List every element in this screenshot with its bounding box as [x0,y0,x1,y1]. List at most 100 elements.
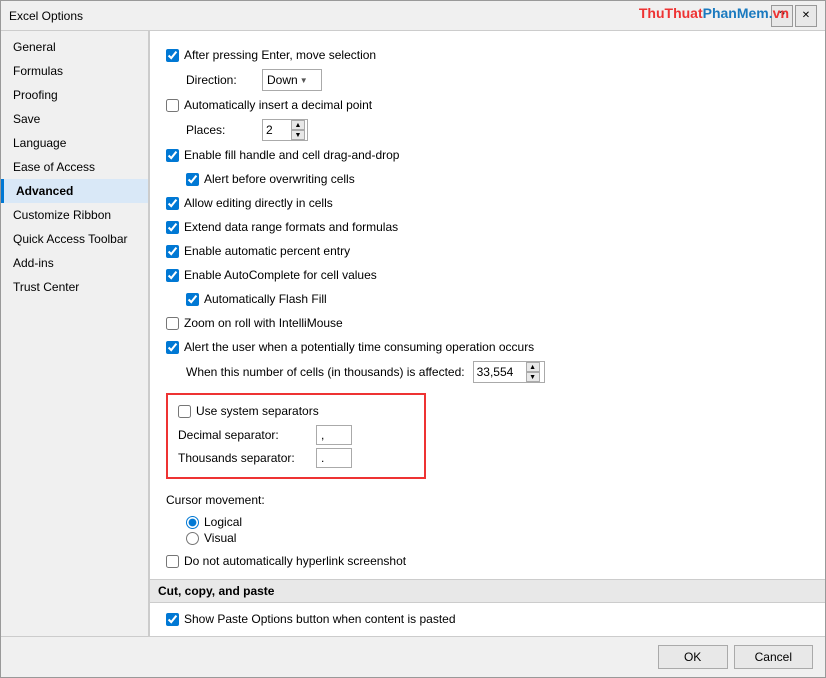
no-hyperlink-text: Do not automatically hyperlink screensho… [184,554,406,568]
sidebar-item-advanced[interactable]: Advanced [1,179,148,203]
direction-label: Direction: [186,73,256,87]
zoom-roll-label[interactable]: Zoom on roll with IntelliMouse [166,316,343,330]
close-button[interactable]: ✕ [795,5,817,27]
alert-overwrite-row: Alert before overwriting cells [186,169,809,189]
watermark: ThuThuatPhanMem.vn [639,5,789,21]
title-bar: Excel Options ThuThuatPhanMem.vn ? ✕ [1,1,825,31]
cells-affected-input-container: ▲ ▼ [473,361,545,383]
alert-time-row: Alert the user when a potentially time c… [166,337,809,357]
logical-radio[interactable] [186,516,199,529]
places-input[interactable] [263,123,291,137]
cells-affected-spin-up[interactable]: ▲ [526,362,540,372]
alert-overwrite-text: Alert before overwriting cells [204,172,355,186]
watermark-vn: vn [773,5,789,21]
decimal-sep-row: Decimal separator: [178,425,414,445]
ok-button[interactable]: OK [658,645,728,669]
alert-time-text: Alert the user when a potentially time c… [184,340,534,354]
visual-radio-row[interactable]: Visual [186,531,809,545]
cut-copy-paste-header: Cut, copy, and paste [150,579,825,603]
use-system-sep-row: Use system separators [178,401,414,421]
watermark-mem: Mem [737,5,769,21]
thousands-sep-input[interactable] [316,448,352,468]
sidebar-item-customize-ribbon[interactable]: Customize Ribbon [1,203,148,227]
places-label: Places: [186,123,256,137]
auto-percent-row: Enable automatic percent entry [166,241,809,261]
flash-fill-text: Automatically Flash Fill [204,292,327,306]
zoom-roll-text: Zoom on roll with IntelliMouse [184,316,343,330]
extend-formats-checkbox[interactable] [166,221,179,234]
no-hyperlink-checkbox[interactable] [166,555,179,568]
after-enter-checkbox[interactable] [166,49,179,62]
sidebar: General Formulas Proofing Save Language … [1,31,149,636]
dialog-content: General Formulas Proofing Save Language … [1,31,825,636]
places-spin-down[interactable]: ▼ [291,130,305,140]
sidebar-item-add-ins[interactable]: Add-ins [1,251,148,275]
cells-affected-spin-down[interactable]: ▼ [526,372,540,382]
fill-handle-row: Enable fill handle and cell drag-and-dro… [166,145,809,165]
alert-overwrite-checkbox[interactable] [186,173,199,186]
allow-editing-label[interactable]: Allow editing directly in cells [166,196,333,210]
show-paste-row: Show Paste Options button when content i… [166,609,809,629]
flash-fill-row: Automatically Flash Fill [186,289,809,309]
auto-percent-label[interactable]: Enable automatic percent entry [166,244,350,258]
places-spin-up[interactable]: ▲ [291,120,305,130]
auto-decimal-checkbox[interactable] [166,99,179,112]
sidebar-item-ease-of-access[interactable]: Ease of Access [1,155,148,179]
places-spin: ▲ ▼ [291,120,305,140]
decimal-sep-label: Decimal separator: [178,428,308,442]
autocomplete-text: Enable AutoComplete for cell values [184,268,377,282]
no-hyperlink-label[interactable]: Do not automatically hyperlink screensho… [166,554,406,568]
zoom-roll-row: Zoom on roll with IntelliMouse [166,313,809,333]
cells-affected-input[interactable] [474,365,526,379]
auto-decimal-label[interactable]: Automatically insert a decimal point [166,98,372,112]
use-system-sep-checkbox[interactable] [178,405,191,418]
logical-label: Logical [204,515,242,529]
cells-affected-row: When this number of cells (in thousands)… [186,361,809,383]
cursor-movement-label: Cursor movement: [166,493,265,507]
use-system-sep-label[interactable]: Use system separators [178,404,319,418]
sidebar-item-save[interactable]: Save [1,107,148,131]
autocomplete-label[interactable]: Enable AutoComplete for cell values [166,268,377,282]
allow-editing-checkbox[interactable] [166,197,179,210]
sidebar-item-formulas[interactable]: Formulas [1,59,148,83]
auto-percent-text: Enable automatic percent entry [184,244,350,258]
allow-editing-text: Allow editing directly in cells [184,196,333,210]
decimal-sep-input[interactable] [316,425,352,445]
direction-value: Down [267,73,298,87]
alert-overwrite-label[interactable]: Alert before overwriting cells [186,172,355,186]
show-paste-text: Show Paste Options button when content i… [184,612,456,626]
flash-fill-checkbox[interactable] [186,293,199,306]
cells-affected-label: When this number of cells (in thousands)… [186,365,465,379]
sidebar-item-language[interactable]: Language [1,131,148,155]
extend-formats-label[interactable]: Extend data range formats and formulas [166,220,398,234]
direction-arrow-icon: ▼ [300,76,308,85]
after-enter-checkbox-label[interactable]: After pressing Enter, move selection [166,48,376,62]
show-paste-label[interactable]: Show Paste Options button when content i… [166,612,456,626]
show-paste-checkbox[interactable] [166,613,179,626]
fill-handle-checkbox[interactable] [166,149,179,162]
cancel-button[interactable]: Cancel [734,645,813,669]
auto-percent-checkbox[interactable] [166,245,179,258]
fill-handle-label[interactable]: Enable fill handle and cell drag-and-dro… [166,148,399,162]
dialog-footer: OK Cancel [1,636,825,677]
watermark-thuat: Thuat [665,5,703,21]
places-row: Places: ▲ ▼ [186,119,809,141]
visual-radio[interactable] [186,532,199,545]
cells-affected-spin: ▲ ▼ [526,362,540,382]
alert-time-checkbox[interactable] [166,341,179,354]
sidebar-item-proofing[interactable]: Proofing [1,83,148,107]
sidebar-item-general[interactable]: General [1,35,148,59]
zoom-roll-checkbox[interactable] [166,317,179,330]
sidebar-item-quick-access-toolbar[interactable]: Quick Access Toolbar [1,227,148,251]
auto-decimal-row: Automatically insert a decimal point [166,95,809,115]
logical-radio-row[interactable]: Logical [186,515,809,529]
alert-time-label[interactable]: Alert the user when a potentially time c… [166,340,534,354]
after-enter-label: After pressing Enter, move selection [184,48,376,62]
allow-editing-row: Allow editing directly in cells [166,193,809,213]
direction-dropdown[interactable]: Down ▼ [262,69,322,91]
sidebar-item-trust-center[interactable]: Trust Center [1,275,148,299]
autocomplete-checkbox[interactable] [166,269,179,282]
flash-fill-label[interactable]: Automatically Flash Fill [186,292,327,306]
extend-formats-row: Extend data range formats and formulas [166,217,809,237]
places-input-container: ▲ ▼ [262,119,308,141]
